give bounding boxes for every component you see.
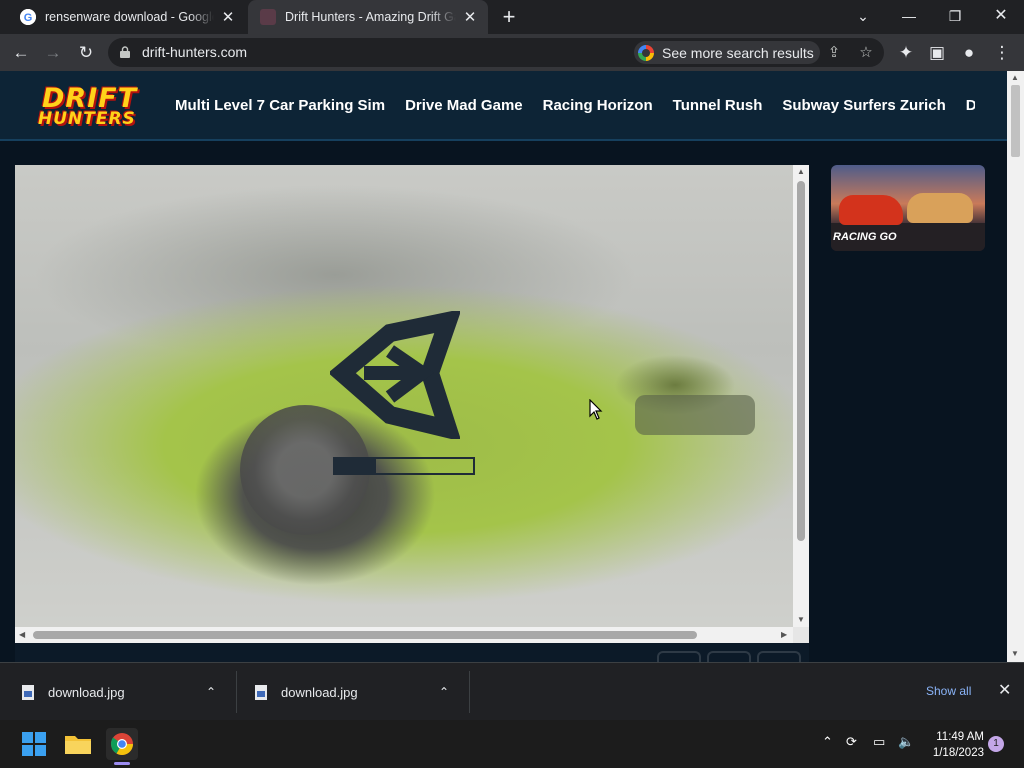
download-item[interactable]: download.jpg ⌃ [255,663,465,721]
car-grille [635,395,755,435]
chevron-down-icon[interactable]: ⌄ [840,0,886,34]
game-vertical-scrollbar[interactable]: ▲ ▼ [793,165,809,627]
google-icon [638,44,654,61]
scrollbar-thumb[interactable] [1011,85,1020,157]
nav-link[interactable]: Dr [966,97,975,114]
scroll-down-icon[interactable]: ▼ [796,615,806,624]
extensions-icon[interactable]: ✦ [893,40,919,66]
side-panel-icon[interactable]: ▣ [924,40,950,66]
file-explorer-icon[interactable] [62,728,94,760]
bookmark-star-icon[interactable]: ☆ [854,41,878,65]
nav-link[interactable]: Multi Level 7 Car Parking Sim [175,97,385,114]
site-logo[interactable]: DRIFT HUNTERS [36,83,146,131]
new-tab-button[interactable]: + [498,6,520,28]
forward-icon[interactable]: → [40,40,66,66]
profile-icon[interactable]: ● [956,40,982,66]
google-icon: G [20,9,36,25]
tab-drift-hunters[interactable]: Drift Hunters - Amazing Drift Gar ✕ [248,0,488,34]
unity-logo-icon [330,311,460,439]
notification-badge[interactable]: 1 [988,736,1004,752]
network-icon[interactable]: ▭ [873,734,885,750]
site-header: DRIFT HUNTERS Multi Level 7 Car Parking … [0,71,1007,141]
scrollbar-corner [793,627,809,643]
download-item[interactable]: download.jpg ⌃ [22,663,232,721]
nav-link[interactable]: Subway Surfers Zurich [782,97,945,114]
menu-icon[interactable]: ⋮ [989,40,1015,66]
scroll-down-icon[interactable]: ▼ [1011,649,1019,658]
windows-start-icon[interactable] [18,728,50,760]
loading-progress-bar [333,457,475,475]
sync-icon[interactable]: ⟳ [846,734,857,750]
scroll-left-icon[interactable]: ◀ [19,630,25,639]
scroll-up-icon[interactable]: ▲ [1011,73,1019,82]
chevron-up-icon[interactable]: ⌃ [206,685,216,699]
lock-icon [120,46,130,58]
logo-text-hunters: HUNTERS [38,109,136,129]
chevron-up-icon[interactable]: ⌃ [822,734,833,750]
scroll-right-icon[interactable]: ▶ [781,630,787,639]
show-all-downloads-link[interactable]: Show all [926,684,971,698]
close-shelf-icon[interactable]: ✕ [998,680,1011,700]
url-text: drift-hunters.com [142,44,248,60]
address-bar[interactable]: drift-hunters.com See more search result… [108,38,884,67]
tab-title: Drift Hunters - Amazing Drift Gar [285,10,456,24]
screen: G rensenware download - Google S ✕ Drift… [0,0,1024,768]
web-page: DRIFT HUNTERS Multi Level 7 Car Parking … [0,71,1007,662]
chrome-taskbar-icon[interactable] [106,728,138,760]
mouse-cursor-icon [589,398,603,426]
nav-link[interactable]: Drive Mad Game [405,97,523,114]
file-icon [22,684,34,700]
divider [236,671,237,713]
clock-time: 11:49 AM [936,731,984,743]
chevron-up-icon[interactable]: ⌃ [439,685,449,699]
close-window-icon[interactable]: ✕ [978,0,1024,34]
clock-date: 1/18/2023 [932,747,984,759]
clock[interactable]: 11:49 AM 1/18/2023 [922,729,984,761]
game-controls [657,651,801,662]
share-icon[interactable]: ⇪ [822,41,846,65]
minimize-icon[interactable]: — [886,0,932,34]
close-tab-icon[interactable]: ✕ [462,8,478,26]
loading-progress-fill [335,459,377,473]
svg-text:G: G [24,12,33,24]
file-icon [255,684,267,700]
divider [469,671,470,713]
search-chip-label: See more search results [662,44,814,61]
nav-link[interactable]: Tunnel Rush [673,97,763,114]
game-canvas[interactable] [15,165,793,627]
search-results-chip[interactable]: See more search results [634,41,820,64]
scrollbar-thumb[interactable] [797,181,805,541]
scroll-up-icon[interactable]: ▲ [796,167,806,176]
related-game-thumbnail[interactable]: RACING GO [831,165,985,251]
tab-title: rensenware download - Google S [45,10,214,24]
tab-strip: G rensenware download - Google S ✕ Drift… [0,0,1024,34]
restore-icon[interactable]: ❐ [932,0,978,34]
reload-icon[interactable]: ↻ [73,40,99,66]
tab-google-search[interactable]: G rensenware download - Google S ✕ [8,0,246,34]
volume-icon[interactable]: 🔈 [898,734,914,750]
site-nav: Multi Level 7 Car Parking Sim Drive Mad … [175,71,975,141]
download-shelf: download.jpg ⌃ download.jpg ⌃ Show all ✕ [0,662,1024,720]
nav-link[interactable]: Racing Horizon [543,97,653,114]
taskbar: ⌃ ⟳ ▭ 🔈 11:49 AM 1/18/2023 1 [0,720,1024,768]
back-icon[interactable]: ← [8,40,34,66]
page-scrollbar[interactable]: ▲ ▼ [1007,71,1024,662]
scrollbar-thumb[interactable] [33,631,697,639]
download-filename: download.jpg [48,684,125,700]
game-control-button[interactable] [657,651,701,662]
game-control-button[interactable] [707,651,751,662]
close-tab-icon[interactable]: ✕ [220,8,236,26]
thumb-label: RACING GO [833,231,897,243]
drift-hunters-favicon [260,9,276,25]
fullscreen-button[interactable] [757,651,801,662]
browser-toolbar: ← → ↻ drift-hunters.com See more search … [0,34,1024,71]
download-filename: download.jpg [281,684,358,700]
active-app-indicator [114,762,130,765]
thumb-car-red [839,195,903,225]
thumb-car-gold [907,193,973,223]
game-horizontal-scrollbar[interactable]: ◀ ▶ [15,627,793,643]
